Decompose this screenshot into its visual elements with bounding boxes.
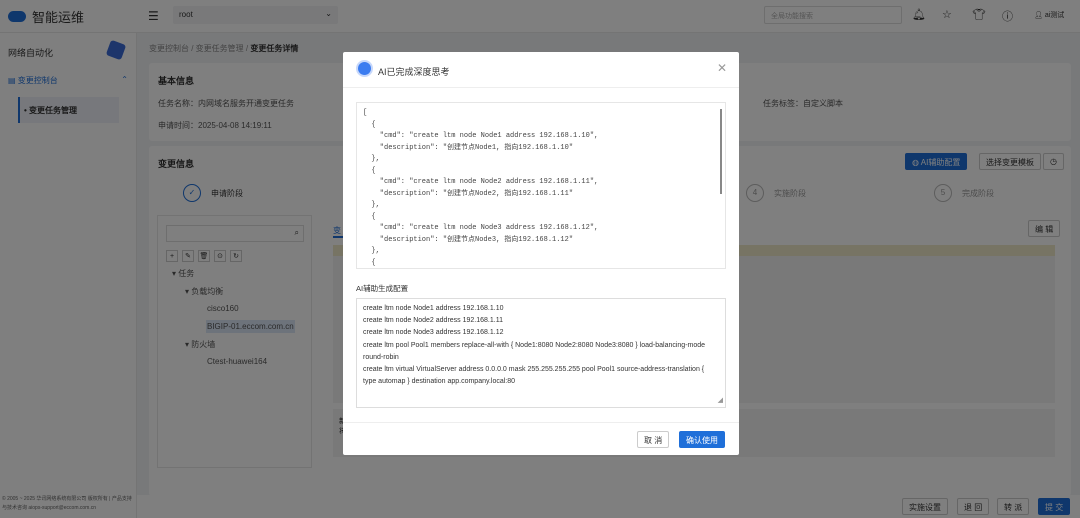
dialog-title: AI已完成深度思考	[378, 67, 450, 77]
scrollbar[interactable]	[720, 109, 722, 194]
config-line: create ltm node Node3 address 192.168.1.…	[363, 329, 504, 337]
config-label: AI辅助生成配置	[356, 284, 409, 293]
config-line: create ltm node Node1 address 192.168.1.…	[363, 305, 504, 312]
resize-handle-icon[interactable]: ◢	[718, 395, 723, 407]
config-line: create ltm pool Pool1 members replace-al…	[363, 341, 706, 361]
config-textarea[interactable]: create ltm node Node1 address 192.168.1.…	[356, 298, 726, 408]
dialog-header: AI已完成深度思考 ✕	[343, 52, 739, 88]
json-text: [ { "cmd": "create ltm node Node1 addres…	[363, 109, 599, 267]
ai-result-dialog: AI已完成深度思考 ✕ [ { "cmd": "create ltm node …	[343, 52, 739, 455]
json-output[interactable]: [ { "cmd": "create ltm node Node1 addres…	[356, 102, 726, 269]
config-line: create ltm virtual VirtualServer address…	[363, 366, 705, 386]
close-icon[interactable]: ✕	[717, 61, 727, 75]
cancel-button[interactable]: 取 消	[637, 431, 670, 448]
robot-icon	[356, 60, 373, 77]
dialog-footer: 取 消 确认使用	[343, 422, 739, 455]
config-line: create ltm node Node2 address 192.168.1.…	[363, 317, 503, 325]
confirm-use-button[interactable]: 确认使用	[679, 431, 725, 448]
